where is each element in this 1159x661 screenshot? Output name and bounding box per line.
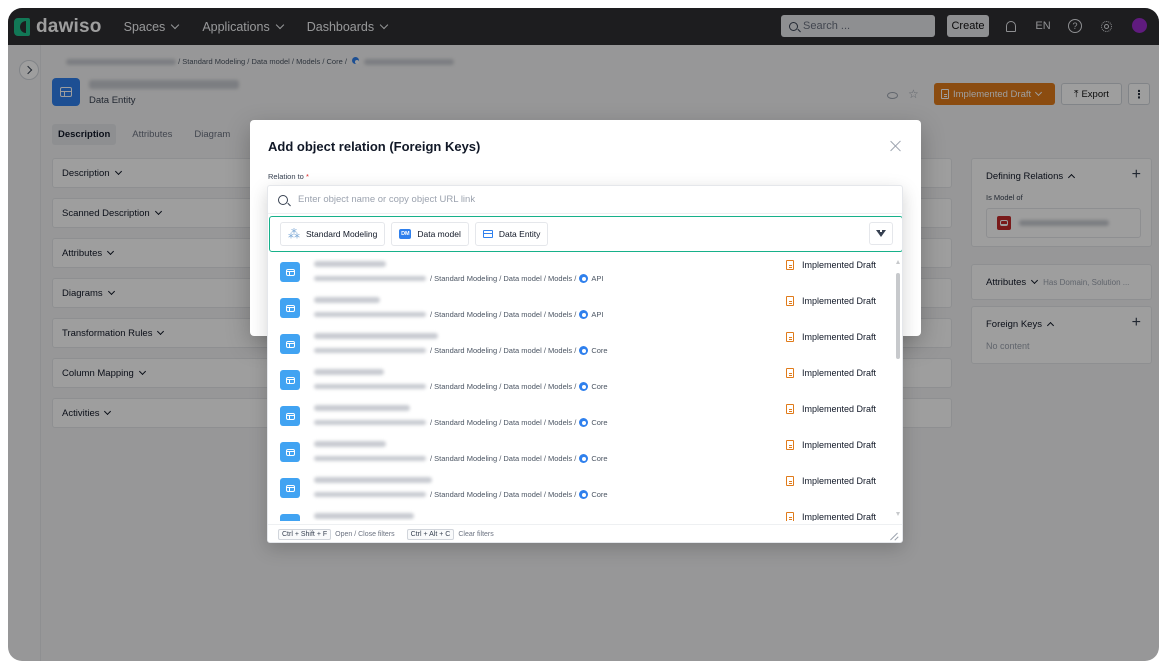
object-picker: ⁂ Standard Modeling DM Data model Data E… [267, 185, 903, 543]
status-badge: Implemented Draft [786, 404, 876, 414]
scroll-up-icon[interactable] [896, 260, 900, 264]
document-icon [786, 332, 794, 342]
model-icon [579, 490, 589, 499]
data-entity-icon [280, 298, 300, 318]
app-window: dawiso Spaces Applications Dashboards Se… [8, 8, 1159, 661]
filter-button[interactable] [869, 222, 893, 245]
model-icon [579, 274, 589, 283]
shortcut-desc: Open / Close filters [335, 530, 395, 538]
blurred-text [314, 384, 426, 389]
document-icon [786, 368, 794, 378]
list-item[interactable]: / Standard Modeling / Data model / Model… [268, 330, 892, 366]
item-name-blurred [314, 405, 410, 411]
item-path: / Standard Modeling / Data model / Model… [314, 454, 608, 463]
document-icon [786, 476, 794, 486]
dialog-title: Add object relation (Foreign Keys) [268, 139, 481, 154]
item-name-blurred [314, 333, 438, 339]
shortcut-footer: Ctrl + Shift + F Open / Close filters Ct… [268, 524, 902, 542]
item-path: / Standard Modeling / Data model / Model… [314, 346, 608, 355]
document-icon [786, 512, 794, 521]
status-badge: Implemented Draft [786, 296, 876, 306]
data-entity-icon [280, 514, 300, 521]
list-item[interactable]: / Standard Modeling / Data model / Model… [268, 402, 892, 438]
item-name-blurred [314, 441, 386, 447]
table-icon [285, 268, 295, 276]
search-icon [278, 194, 288, 205]
data-entity-icon [280, 442, 300, 462]
document-icon [786, 404, 794, 414]
status-badge: Implemented Draft [786, 440, 876, 450]
document-icon [786, 440, 794, 450]
resize-handle-icon[interactable] [891, 532, 899, 540]
item-path: / Standard Modeling / Data model / Model… [314, 382, 608, 391]
status-badge: Implemented Draft [786, 332, 876, 342]
blurred-text [314, 348, 426, 353]
item-name-blurred [314, 261, 386, 267]
list-item[interactable]: / Standard Modeling / Data model / Model… [268, 258, 892, 294]
table-icon [285, 448, 295, 456]
blurred-text [314, 492, 426, 497]
result-scrollbar[interactable] [895, 260, 901, 520]
result-list: / Standard Modeling / Data model / Model… [268, 258, 892, 521]
item-path: / Standard Modeling / Data model / Model… [314, 490, 608, 499]
model-icon [579, 382, 589, 391]
list-item[interactable]: / Standard Modeling / Data model / Model… [268, 474, 892, 510]
list-item[interactable]: Implemented Draft [268, 510, 892, 521]
item-path: / Standard Modeling / Data model / Model… [314, 418, 608, 427]
status-badge: Implemented Draft [786, 476, 876, 486]
filter-bar: ⁂ Standard Modeling DM Data model Data E… [269, 216, 902, 252]
model-icon [579, 346, 589, 355]
picker-search [268, 186, 902, 214]
item-name-blurred [314, 513, 414, 519]
filter-chip-standard-modeling[interactable]: ⁂ Standard Modeling [280, 222, 386, 246]
data-model-icon: DM [399, 229, 412, 239]
item-name-blurred [314, 477, 432, 483]
status-badge: Implemented Draft [786, 368, 876, 378]
scrollbar-thumb[interactable] [896, 273, 900, 359]
document-icon [786, 296, 794, 306]
data-entity-icon [280, 406, 300, 426]
model-icon [579, 418, 589, 427]
data-entity-icon [280, 370, 300, 390]
model-icon [579, 310, 589, 319]
shortcut-desc: Clear filters [458, 530, 494, 538]
list-item[interactable]: / Standard Modeling / Data model / Model… [268, 438, 892, 474]
list-item[interactable]: / Standard Modeling / Data model / Model… [268, 366, 892, 402]
data-entity-icon [482, 230, 493, 238]
table-icon [285, 304, 295, 312]
status-badge: Implemented Draft [786, 260, 876, 270]
item-path: / Standard Modeling / Data model / Model… [314, 274, 603, 283]
item-path: / Standard Modeling / Data model / Model… [314, 310, 603, 319]
item-name-blurred [314, 297, 380, 303]
shortcut-key: Ctrl + Shift + F [278, 528, 332, 540]
table-icon [285, 376, 295, 384]
table-icon [285, 484, 295, 492]
blurred-text [314, 456, 426, 461]
funnel-icon [876, 228, 886, 237]
list-item[interactable]: / Standard Modeling / Data model / Model… [268, 294, 892, 330]
model-icon [579, 454, 589, 463]
filter-chip-data-entity[interactable]: Data Entity [474, 222, 549, 246]
filter-chip-data-model[interactable]: DM Data model [391, 222, 469, 246]
status-badge: Implemented Draft [786, 512, 876, 521]
data-entity-icon [280, 334, 300, 354]
data-entity-icon [280, 262, 300, 282]
blurred-text [314, 312, 426, 317]
standard-modeling-icon: ⁂ [288, 227, 300, 241]
blurred-text [314, 276, 426, 281]
blurred-text [314, 420, 426, 425]
object-search-input[interactable] [298, 194, 858, 205]
shortcut-key: Ctrl + Alt + C [406, 528, 455, 540]
relation-to-label: Relation to * [268, 172, 309, 181]
close-icon[interactable] [890, 140, 902, 152]
item-name-blurred [314, 369, 384, 375]
table-icon [285, 412, 295, 420]
table-icon [285, 520, 295, 521]
document-icon [786, 260, 794, 270]
scroll-down-icon[interactable] [896, 512, 900, 516]
data-entity-icon [280, 478, 300, 498]
table-icon [285, 340, 295, 348]
